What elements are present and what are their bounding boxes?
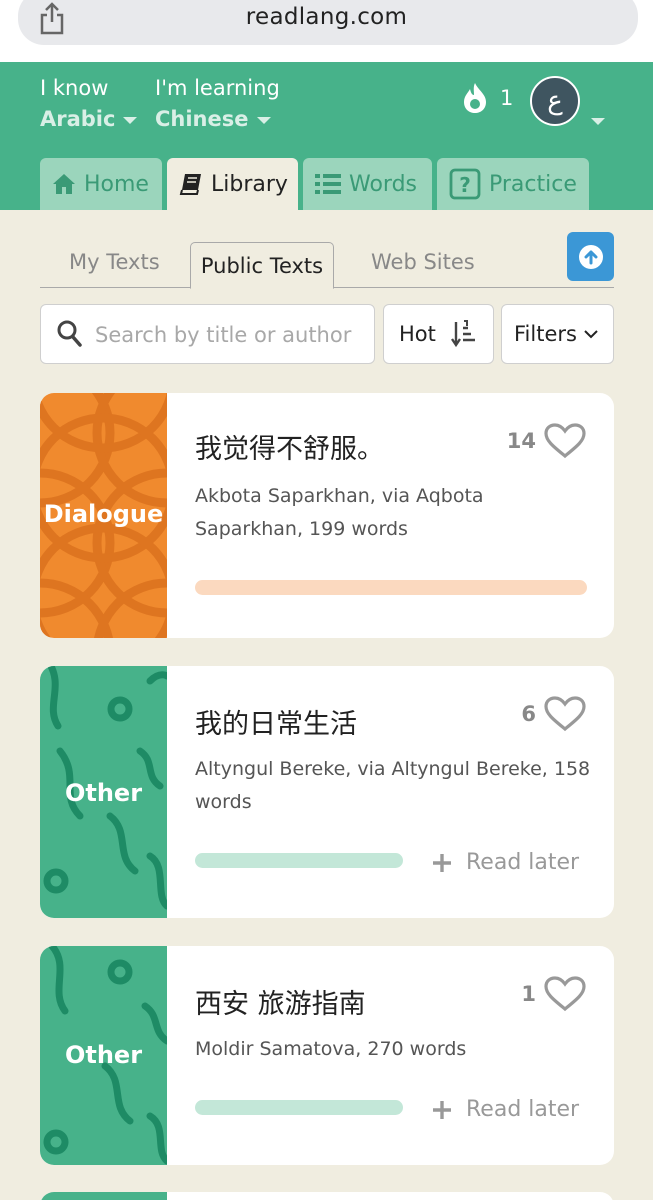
heart-icon <box>544 976 586 1012</box>
tab-library[interactable]: Library <box>167 158 298 210</box>
known-language-selector[interactable]: I know Arabic <box>40 76 138 131</box>
text-title[interactable]: 西安 旅游指南 <box>195 982 366 1021</box>
category-thumbnail <box>40 1192 167 1200</box>
text-meta: Akbota Saparkhan, via Aqbota Saparkhan, … <box>195 485 484 540</box>
category-thumbnail: Other <box>40 946 167 1165</box>
sort-button[interactable]: Hot <box>383 304 494 364</box>
app-header: I know Arabic I'm learning Chinese 1 ع H… <box>0 62 653 210</box>
filters-button[interactable]: Filters <box>501 304 614 364</box>
text-meta: Moldir Samatova, 270 words <box>195 1038 467 1060</box>
text-card[interactable]: Other 我的日常生活 6 Altyngul Bereke, via Alty… <box>40 666 614 918</box>
chevron-down-icon <box>123 117 138 124</box>
flame-icon <box>464 83 486 113</box>
category-label: Dialogue <box>43 500 164 528</box>
category-label: Other <box>64 1041 143 1069</box>
like-count: 6 <box>521 702 536 726</box>
tab-home[interactable]: Home <box>40 158 162 210</box>
known-language-value: Arabic <box>40 107 116 131</box>
category-label: Other <box>64 779 143 807</box>
learning-language-value: Chinese <box>155 107 249 131</box>
home-icon <box>53 174 75 194</box>
avatar[interactable]: ع <box>530 76 580 126</box>
reading-progress-bar <box>195 1100 403 1115</box>
reading-progress-bar <box>195 853 403 868</box>
svg-text:?: ? <box>459 173 471 197</box>
tab-web-sites[interactable]: Web Sites <box>371 250 475 274</box>
tab-library-label: Library <box>211 171 288 197</box>
avatar-letter: ع <box>547 86 563 116</box>
text-title[interactable]: 我的日常生活 <box>195 702 357 741</box>
list-icon <box>315 174 341 194</box>
plus-icon <box>433 1100 451 1119</box>
question-icon: ? <box>449 168 481 200</box>
read-later-label: Read later <box>466 850 580 875</box>
text-card[interactable]: Dialogue 我觉得不舒服。 14 Akbota Saparkhan, vi… <box>40 393 614 638</box>
heart-icon <box>544 423 586 459</box>
chevron-down-icon <box>584 330 598 339</box>
chevron-down-icon <box>256 117 271 124</box>
category-thumbnail: Dialogue <box>40 393 167 638</box>
like-button[interactable]: 14 <box>507 423 586 459</box>
text-card[interactable] <box>40 1192 614 1200</box>
plus-icon <box>433 853 451 872</box>
search-icon <box>57 320 82 347</box>
tab-practice-label: Practice <box>489 171 577 197</box>
like-button[interactable]: 6 <box>521 696 586 732</box>
chevron-down-icon[interactable] <box>591 118 605 125</box>
learning-language-selector[interactable]: I'm learning Chinese <box>155 76 280 131</box>
tab-practice[interactable]: ? Practice <box>437 158 589 210</box>
sort-label: Hot <box>399 322 436 346</box>
read-later-button[interactable]: Read later <box>432 1097 579 1122</box>
read-later-label: Read later <box>466 1097 580 1122</box>
url-text: readlang.com <box>245 4 408 30</box>
text-meta: Altyngul Bereke, via Altyngul Bereke, 15… <box>195 758 591 813</box>
streak-indicator[interactable]: 1 <box>462 82 513 114</box>
like-count: 1 <box>521 982 536 1006</box>
search-box <box>40 304 375 364</box>
sort-descending-icon <box>450 320 475 348</box>
tab-my-texts[interactable]: My Texts <box>69 250 160 274</box>
search-input[interactable] <box>95 317 360 353</box>
read-later-button[interactable]: Read later <box>432 850 579 875</box>
tab-words[interactable]: Words <box>303 158 432 210</box>
heart-icon <box>544 696 586 732</box>
like-button[interactable]: 1 <box>521 976 586 1012</box>
learning-language-caption: I'm learning <box>155 76 280 100</box>
text-card[interactable]: Other 西安 旅游指南 1 Moldir Samatova, 270 wor… <box>40 946 614 1165</box>
reading-progress-bar <box>195 580 587 595</box>
tab-words-label: Words <box>349 171 418 197</box>
tab-public-texts[interactable]: Public Texts <box>190 242 334 289</box>
category-thumbnail: Other <box>40 666 167 918</box>
browser-bar: readlang.com <box>0 0 653 62</box>
known-language-caption: I know <box>40 76 109 100</box>
text-title[interactable]: 我觉得不舒服。 <box>195 427 384 466</box>
book-icon <box>179 174 201 195</box>
upload-icon <box>578 244 603 269</box>
streak-count: 1 <box>500 86 514 110</box>
upload-button[interactable] <box>567 232 614 281</box>
like-count: 14 <box>506 429 536 453</box>
tab-home-label: Home <box>84 171 149 197</box>
filters-label: Filters <box>514 322 577 346</box>
